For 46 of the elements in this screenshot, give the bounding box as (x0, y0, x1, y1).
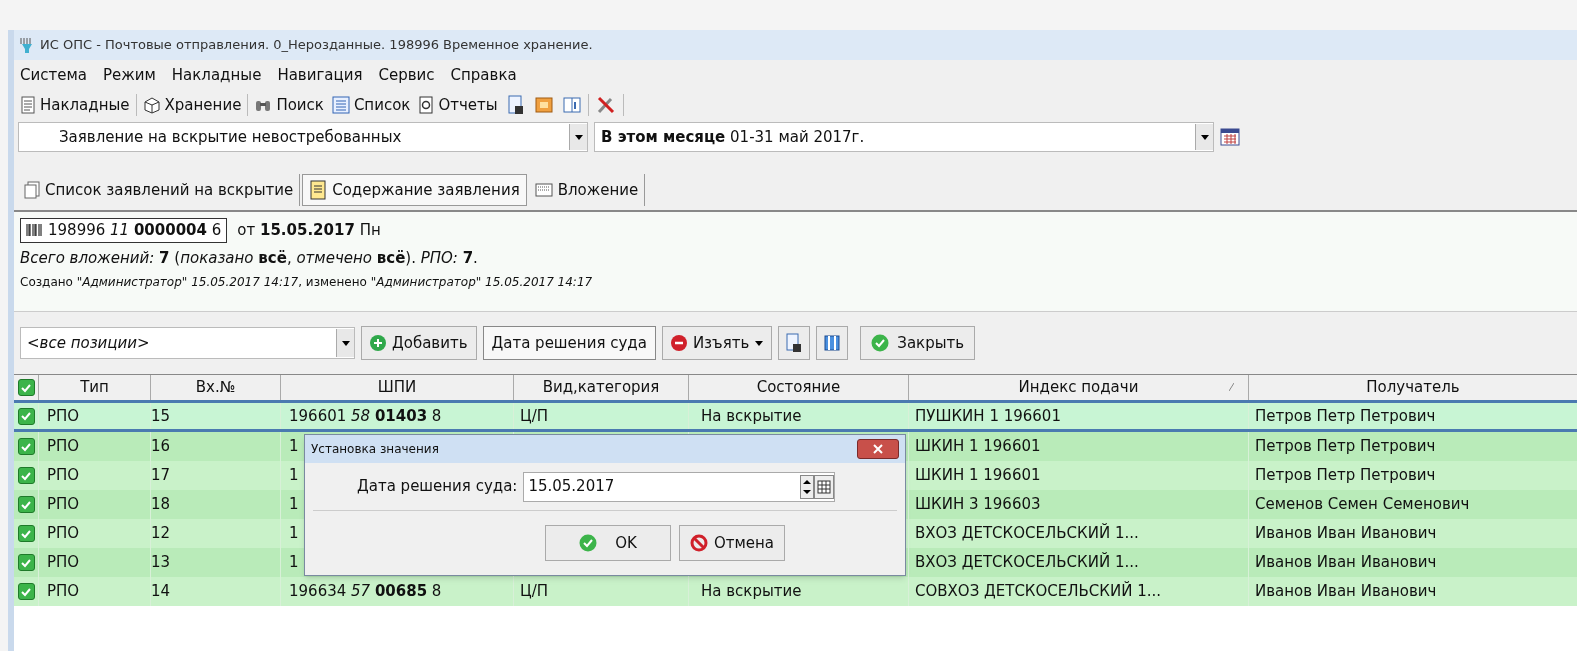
table-cell-text: ШКИН 1 196601 (915, 436, 1041, 458)
table-cell-text: РПО (47, 552, 80, 574)
table-cell-text: Иванов Иван Иванович (1255, 552, 1437, 574)
table-cell-text: На вскрытие (701, 581, 802, 603)
table-cell-text: Семенов Семен Семенович (1255, 494, 1470, 516)
summary-text: Всего вложений: 7 (показано всё, отмечено всё). РПО: 7. (20, 247, 479, 269)
dialog-title: Установка значения (311, 441, 439, 458)
table-cell-text: Петров Петр Петрович (1255, 465, 1436, 487)
document-date: от 15.05.2017 Пн (237, 220, 381, 241)
table-cell-text: ШКИН 1 196601 (915, 465, 1041, 487)
table-cell: СОВХОЗ ДЕТСКОСЕЛЬСКИЙ 1... (915, 580, 1162, 603)
table-cell-text: Иванов Иван Иванович (1255, 581, 1437, 603)
table-cell-text: 18 (151, 494, 171, 516)
table-cell-text: РПО (47, 436, 80, 458)
table-cell-text: 15 (151, 405, 171, 427)
table-cell-text: Ц/П (520, 581, 548, 603)
table-cell-text: РПО (47, 523, 80, 545)
table-cell: ВХОЗ ДЕТСКОСЕЛЬСКИЙ 1... (915, 551, 1139, 574)
table-cell-text: Иванов Иван Иванович (1255, 523, 1437, 545)
audit-text: Создано "Администратор" 15.05.2017 14:17, изменено "Администратор" 15.05.2017 14:17 (20, 274, 594, 291)
barcode-field: 198996 11 0000004 6 (20, 218, 228, 243)
table-cell-text: 16 (151, 436, 171, 458)
table-cell: ВХОЗ ДЕТСКОСЕЛЬСКИЙ 1... (915, 522, 1139, 545)
table-cell-text: 1 (289, 552, 299, 574)
table-cell-text: Ц/П (520, 405, 548, 427)
table-cell-text: 12 (151, 523, 171, 545)
table-cell-text: 1 (289, 494, 299, 516)
table-cell-text: 17 (151, 465, 171, 487)
table-cell-text: На вскрытие (701, 405, 802, 427)
table-cell-text: РПО (47, 581, 80, 603)
table-cell-text: 14 (151, 581, 171, 603)
table-cell-text: 1 (289, 465, 299, 487)
window-title: ИС ОПС - Почтовые отправления. 0_Нерозданные. 198996 Временное хранение. (40, 36, 593, 55)
table-cell-text: 1 (289, 523, 299, 545)
table-cell-text: 196634 57 00685 8 (289, 581, 442, 603)
table-cell-text: ШКИН 3 196603 (915, 494, 1041, 516)
table-cell-text: ПУШКИН 1 196601 (915, 405, 1061, 427)
table-cell-text: Петров Петр Петрович (1255, 436, 1436, 458)
field-label: Дата решения суда: (357, 476, 518, 498)
table-cell-text: РПО (47, 494, 80, 516)
table-cell-text: 13 (151, 552, 171, 574)
table-cell-text: Петров Петр Петрович (1255, 405, 1436, 427)
table-cell-text: 196601 58 01403 8 (289, 405, 442, 427)
table-cell-text: РПО (47, 465, 80, 487)
table-cell-text: 1 (289, 436, 299, 458)
table-cell-text: РПО (47, 405, 80, 427)
